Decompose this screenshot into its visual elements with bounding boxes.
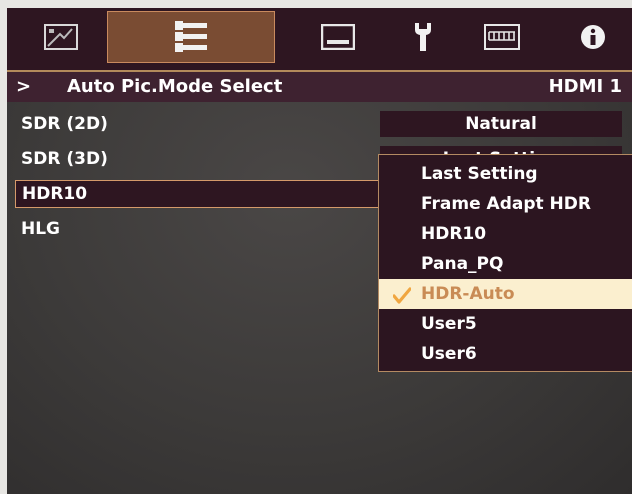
page-title: Auto Pic.Mode Select xyxy=(67,76,283,97)
dropdown-option[interactable]: Last Setting xyxy=(379,159,632,189)
keyboard-icon xyxy=(484,24,520,50)
dropdown-option[interactable]: Pana_PQ xyxy=(379,249,632,279)
setting-label: SDR (2D) xyxy=(21,114,108,134)
picture-icon xyxy=(44,24,78,50)
input-source-label: HDMI 1 xyxy=(548,76,622,97)
setting-value-sdr-2d[interactable]: Natural xyxy=(380,111,622,137)
setting-row-sdr-3d[interactable]: SDR (3D) xyxy=(15,145,108,173)
tab-keyboard[interactable] xyxy=(456,11,548,63)
setting-label: HDR10 xyxy=(22,184,88,204)
tab-info[interactable] xyxy=(557,11,629,63)
tab-bar xyxy=(7,8,632,70)
back-chevron[interactable]: > xyxy=(16,76,31,97)
dropdown-option-label: HDR-Auto xyxy=(421,284,515,304)
dropdown-option[interactable]: HDR10 xyxy=(379,219,632,249)
setting-label: SDR (3D) xyxy=(21,149,108,169)
tab-picture[interactable] xyxy=(15,11,107,63)
adjust-sliders-icon xyxy=(173,21,209,53)
picture-mode-dropdown: Last Setting Frame Adapt HDR HDR10 Pana_… xyxy=(378,154,632,372)
checkmark-icon xyxy=(392,285,412,304)
menu-screen: > Auto Pic.Mode Select HDMI 1 SDR (2D) N… xyxy=(7,8,632,494)
dropdown-option[interactable]: User6 xyxy=(379,339,632,369)
dropdown-option-selected[interactable]: HDR-Auto xyxy=(379,279,632,309)
tab-adjust[interactable] xyxy=(107,11,275,63)
setting-row-hlg[interactable]: HLG xyxy=(15,215,60,243)
dropdown-option[interactable]: User5 xyxy=(379,309,632,339)
setting-row-hdr10[interactable]: HDR10 xyxy=(15,180,395,208)
setting-label: HLG xyxy=(21,219,61,239)
info-icon xyxy=(580,24,606,50)
menu-header: > Auto Pic.Mode Select HDMI 1 xyxy=(7,70,632,102)
setting-row-sdr-2d[interactable]: SDR (2D) xyxy=(15,110,108,138)
tab-screen[interactable] xyxy=(292,11,384,63)
wrench-icon xyxy=(412,21,434,53)
screen-icon xyxy=(321,24,355,50)
dropdown-option[interactable]: Frame Adapt HDR xyxy=(379,189,632,219)
